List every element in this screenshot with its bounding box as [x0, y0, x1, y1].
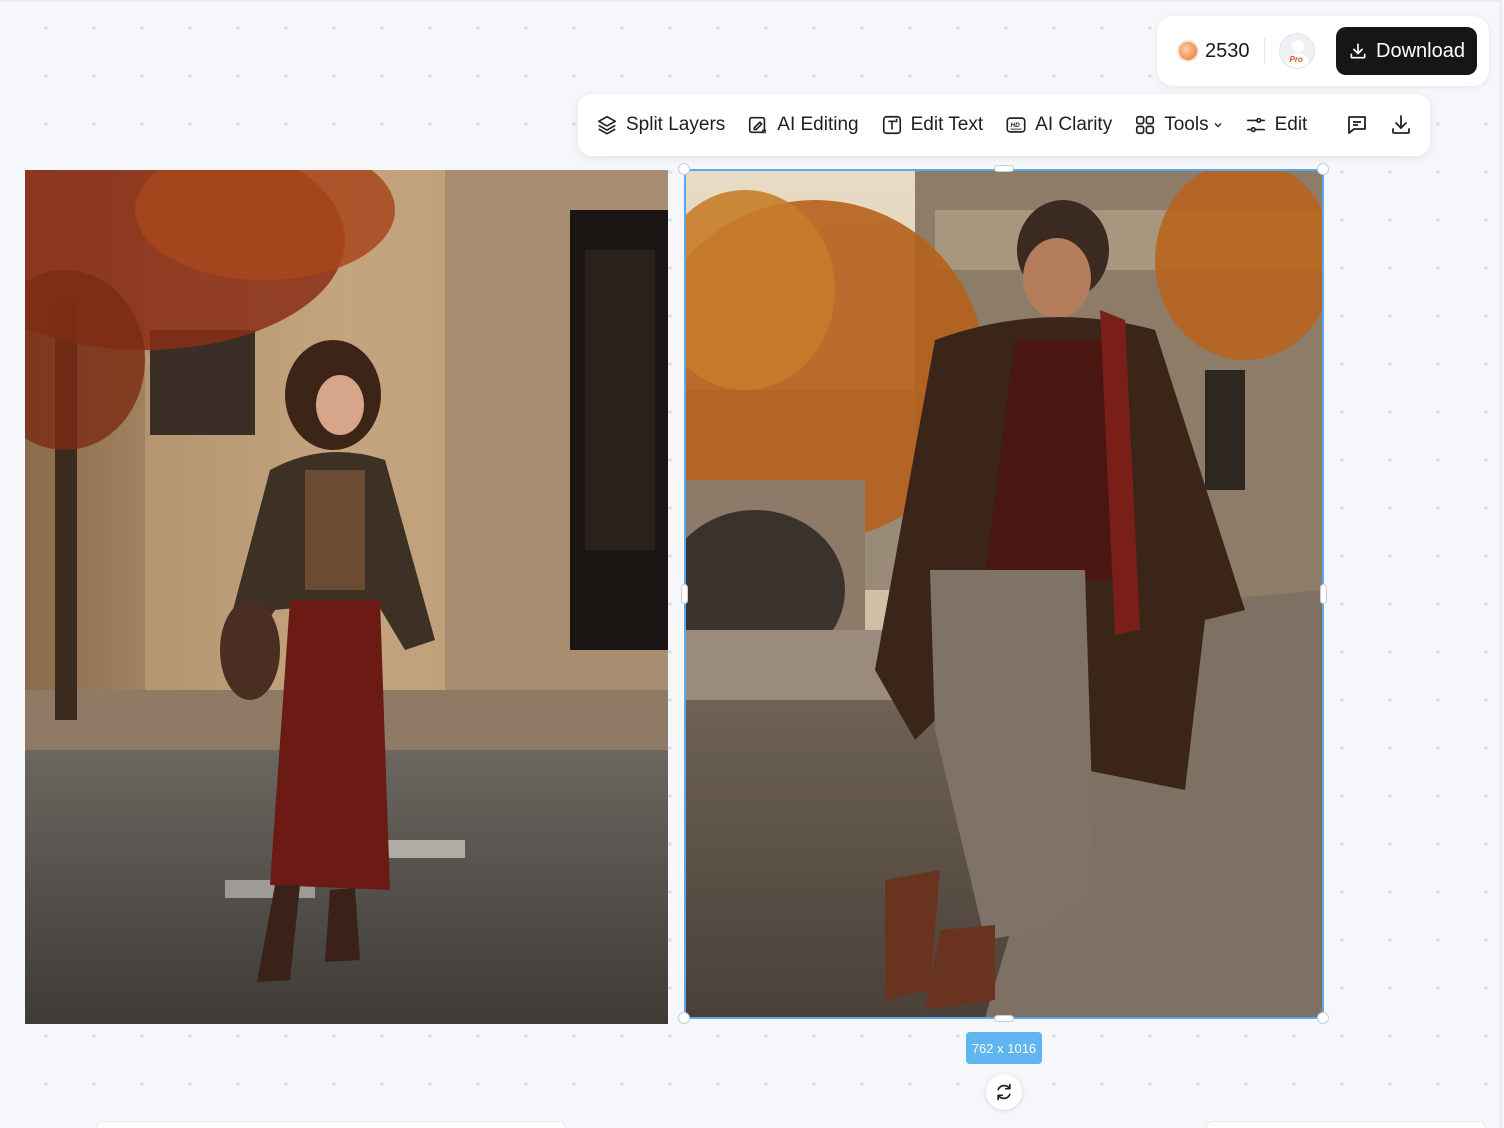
download-label: Download — [1376, 39, 1465, 62]
resize-handle-bottom-right[interactable] — [1317, 1012, 1329, 1024]
text-icon — [882, 115, 901, 135]
layers-icon — [597, 115, 617, 135]
download-icon — [1350, 43, 1366, 59]
hd-icon: HD — [1006, 117, 1026, 133]
canvas-image-woman[interactable] — [25, 170, 668, 1024]
split-layers-label: Split Layers — [626, 114, 726, 135]
grid-icon — [1136, 115, 1155, 135]
download-icon — [1392, 115, 1411, 134]
resize-handle-top-left[interactable] — [678, 163, 690, 175]
edit-text-button[interactable]: Edit Text — [881, 114, 984, 136]
credits-value: 2530 — [1205, 39, 1250, 62]
rotate-icon — [997, 1083, 1011, 1101]
image-toolbar: Split Layers AI AI Editing Edit Text HD … — [578, 94, 1430, 156]
comment-icon — [1348, 116, 1367, 134]
ai-clarity-label: AI Clarity — [1035, 114, 1113, 135]
resize-handle-bottom-left[interactable] — [678, 1012, 690, 1024]
ai-clarity-button[interactable]: HD AI Clarity — [1005, 114, 1112, 136]
edit-button[interactable]: Edit — [1245, 114, 1308, 136]
account-bar: 2530 Pro Download — [1157, 16, 1489, 86]
pro-badge: Pro — [1289, 55, 1303, 64]
ai-edit-icon: AI — [749, 116, 767, 135]
resize-handle-top-right[interactable] — [1317, 163, 1329, 175]
credits-counter[interactable]: 2530 — [1177, 40, 1250, 63]
rotate-button[interactable] — [986, 1074, 1022, 1110]
bottom-panel-right — [1206, 1121, 1486, 1128]
tools-dropdown[interactable]: Tools — [1134, 114, 1222, 136]
ai-editing-label: AI Editing — [777, 114, 859, 135]
comment-button[interactable] — [1345, 111, 1369, 139]
chevron-down-icon — [1214, 123, 1222, 128]
tools-label: Tools — [1164, 114, 1209, 135]
canvas-image-man[interactable] — [685, 170, 1323, 1018]
edit-text-label: Edit Text — [910, 114, 984, 135]
resize-handle-left[interactable] — [681, 584, 688, 604]
divider — [1263, 38, 1265, 64]
ai-editing-button[interactable]: AI AI Editing — [747, 114, 859, 136]
bottom-panel-left — [96, 1121, 566, 1128]
edit-label: Edit — [1274, 114, 1308, 135]
dimensions-badge: 762 x 1016 — [966, 1032, 1042, 1064]
download-image-button[interactable] — [1389, 111, 1413, 139]
resize-handle-right[interactable] — [1320, 584, 1327, 604]
download-button[interactable]: Download — [1336, 27, 1477, 75]
sliders-icon — [1246, 117, 1265, 133]
avatar[interactable]: Pro — [1278, 33, 1315, 69]
resize-handle-bottom[interactable] — [994, 1015, 1014, 1022]
svg-text:HD: HD — [1011, 122, 1021, 129]
split-layers-button[interactable]: Split Layers — [596, 114, 725, 136]
resize-handle-top[interactable] — [994, 165, 1014, 172]
svg-text:AI: AI — [761, 129, 767, 135]
coin-icon — [1177, 40, 1199, 62]
